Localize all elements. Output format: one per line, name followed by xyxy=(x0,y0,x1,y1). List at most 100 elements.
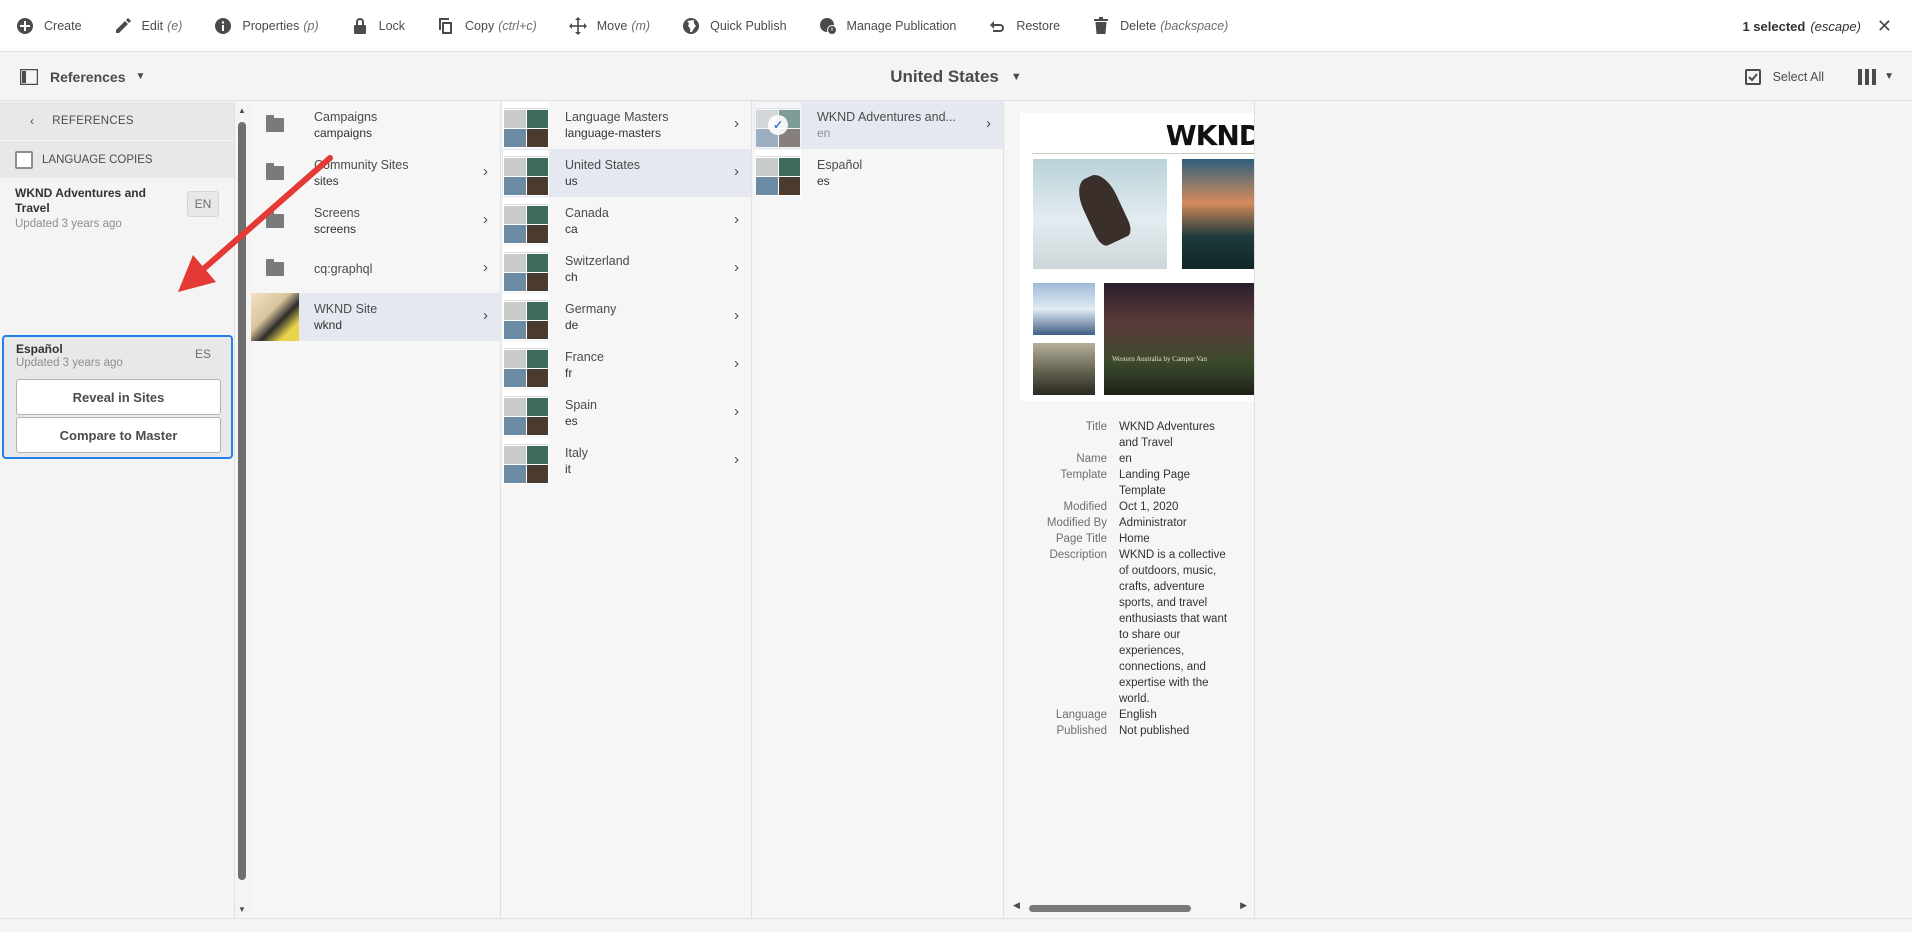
item-path: campaigns xyxy=(314,126,373,140)
item-name: Switzerland xyxy=(565,254,630,268)
item-path: ch xyxy=(565,270,578,284)
chevron-left-icon: ‹ xyxy=(30,114,35,128)
language-copies-checkbox[interactable] xyxy=(15,150,33,169)
scroll-left-icon[interactable]: ◀ xyxy=(1013,900,1020,911)
lock-button[interactable]: Lock xyxy=(335,0,421,52)
chevron-right-icon[interactable]: › xyxy=(734,211,739,228)
item-label: Campaigns campaigns xyxy=(314,109,377,141)
scrollbar-thumb[interactable] xyxy=(238,122,246,880)
edit-shortcut: (e) xyxy=(167,18,183,33)
details-horizontal-scrollbar[interactable]: ◀ ▶ xyxy=(1005,900,1255,916)
list-item[interactable]: Switzerland ch › xyxy=(502,245,751,293)
list-item[interactable]: Language Masters language-masters › xyxy=(502,101,751,149)
action-bar: Create Edit (e) Properties (p) Lock Copy (c… xyxy=(0,0,1912,52)
move-button[interactable]: Move (m) xyxy=(553,0,666,52)
language-copy-item-selected[interactable]: Español Updated 3 years ago ES Reveal in… xyxy=(2,335,233,459)
rail-scrollbar[interactable]: ▲ ▼ xyxy=(236,102,250,918)
site-thumbnail xyxy=(251,293,299,341)
page-thumbnail xyxy=(503,198,549,244)
property-row: Modified By Administrator xyxy=(1020,515,1254,531)
property-key: Modified xyxy=(1063,501,1107,513)
rail-toggle-button[interactable]: References ▼ xyxy=(20,52,145,101)
chevron-right-icon[interactable]: › xyxy=(483,163,488,180)
page-thumbnail xyxy=(503,390,549,436)
references-back-button[interactable]: ‹ REFERENCES xyxy=(0,102,234,140)
item-name: Screens xyxy=(314,206,360,220)
list-item[interactable]: Campaigns campaigns xyxy=(251,101,500,149)
checkmark-icon[interactable]: ✓ xyxy=(768,115,788,135)
item-label: cq:graphql xyxy=(314,261,372,277)
scrollbar-thumb[interactable] xyxy=(1029,905,1191,912)
list-item[interactable]: cq:graphql › xyxy=(251,245,500,293)
property-key: Page Title xyxy=(1055,533,1107,545)
chevron-right-icon[interactable]: › xyxy=(734,259,739,276)
thumbnail xyxy=(502,341,550,389)
delete-button[interactable]: Delete (backspace) xyxy=(1076,0,1244,52)
chevron-right-icon[interactable]: › xyxy=(734,403,739,420)
copy-button[interactable]: Copy (ctrl+c) xyxy=(421,0,553,52)
language-badge: ES xyxy=(194,347,211,361)
list-item[interactable]: Italy it › xyxy=(502,437,751,485)
list-item-selected[interactable]: ✓ WKND Adventures and... en › xyxy=(754,101,1003,149)
list-item[interactable]: Screens screens › xyxy=(251,197,500,245)
list-item[interactable]: Community Sites sites › xyxy=(251,149,500,197)
page-preview: WKND Western Australia by Camper Van xyxy=(1020,113,1254,401)
folder-icon xyxy=(266,115,284,132)
escape-hint: (escape) xyxy=(1810,18,1861,34)
page-thumbnail xyxy=(503,294,549,340)
property-key: Language xyxy=(1055,709,1107,721)
chevron-right-icon[interactable]: › xyxy=(483,211,488,228)
thumbnail xyxy=(502,245,550,293)
chevron-right-icon[interactable]: › xyxy=(734,451,739,468)
select-all-button[interactable]: Select All xyxy=(1744,52,1824,101)
page-thumbnail xyxy=(503,150,549,196)
selection-status: 1 selected (escape) ✕ xyxy=(1742,0,1892,52)
close-icon[interactable]: ✕ xyxy=(1877,16,1892,37)
property-value: Administrator xyxy=(1119,517,1187,529)
chevron-down-icon[interactable]: ▼ xyxy=(1011,71,1022,83)
restore-button[interactable]: Restore xyxy=(972,0,1076,52)
list-item[interactable]: France fr › xyxy=(502,341,751,389)
language-copy-updated: Updated 3 years ago xyxy=(16,357,123,369)
property-row: Language English xyxy=(1020,707,1254,723)
page-thumbnail xyxy=(503,342,549,388)
list-item[interactable]: Canada ca › xyxy=(502,197,751,245)
page-details-panel: WKND Western Australia by Camper Van Tit… xyxy=(1005,101,1255,918)
column-sites-root: Campaigns campaigns Community Sites sites … xyxy=(251,101,501,918)
scroll-up-icon[interactable]: ▲ xyxy=(238,106,246,115)
pencil-icon xyxy=(115,17,131,33)
chevron-right-icon[interactable]: › xyxy=(734,163,739,180)
view-switcher[interactable]: ▼ xyxy=(1858,52,1894,101)
chevron-right-icon[interactable]: › xyxy=(734,307,739,324)
item-label: Screens screens xyxy=(314,205,360,237)
language-badge: EN xyxy=(187,191,219,217)
list-item[interactable]: Spain es › xyxy=(502,389,751,437)
properties-label: Properties xyxy=(242,18,300,33)
chevron-right-icon[interactable]: › xyxy=(734,355,739,372)
info-icon xyxy=(215,17,232,34)
language-copy-item[interactable]: WKND Adventures and Travel Updated 3 yea… xyxy=(0,178,234,230)
chevron-right-icon[interactable]: › xyxy=(734,115,739,132)
scroll-down-icon[interactable]: ▼ xyxy=(238,905,246,914)
list-item[interactable]: Germany de › xyxy=(502,293,751,341)
list-item[interactable]: Español es xyxy=(754,149,1003,197)
compare-to-master-button[interactable]: Compare to Master xyxy=(16,417,221,453)
create-button[interactable]: Create xyxy=(0,0,98,52)
quick-publish-button[interactable]: Quick Publish xyxy=(666,0,802,52)
chevron-right-icon[interactable]: › xyxy=(483,307,488,324)
item-path: sites xyxy=(314,174,339,188)
item-path: language-masters xyxy=(565,126,662,140)
item-label: Spain es xyxy=(565,397,597,429)
list-item-selected[interactable]: WKND Site wknd › xyxy=(251,293,500,341)
chevron-right-icon[interactable]: › xyxy=(483,259,488,276)
reveal-in-sites-button[interactable]: Reveal in Sites xyxy=(16,379,221,415)
edit-button[interactable]: Edit (e) xyxy=(98,0,199,52)
item-path: de xyxy=(565,318,579,332)
property-row: Description WKND is a collective of outdo… xyxy=(1020,547,1254,707)
list-item-selected[interactable]: United States us › xyxy=(502,149,751,197)
manage-publication-button[interactable]: Manage Publication xyxy=(803,0,973,52)
chevron-right-icon[interactable]: › xyxy=(986,115,991,132)
scroll-right-icon[interactable]: ▶ xyxy=(1240,900,1247,911)
trash-icon xyxy=(1094,16,1109,34)
properties-button[interactable]: Properties (p) xyxy=(198,0,334,52)
